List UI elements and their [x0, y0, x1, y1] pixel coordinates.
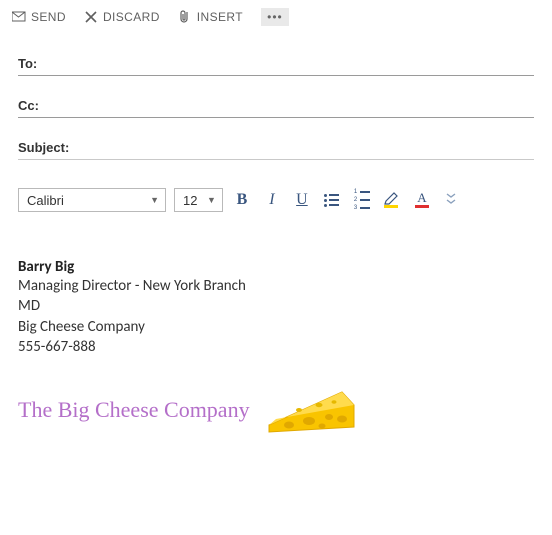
- format-toolbar: Calibri ▼ 12 ▼ B I U 1 2 3 A: [0, 170, 552, 212]
- send-label: SEND: [31, 10, 66, 24]
- insert-label: INSERT: [197, 10, 243, 24]
- font-family-select[interactable]: Calibri ▼: [18, 188, 166, 212]
- attachment-icon: [178, 10, 192, 24]
- logo-text: The Big Cheese Company: [18, 397, 250, 423]
- subject-row: Subject:: [18, 128, 534, 160]
- underline-button[interactable]: U: [291, 189, 313, 211]
- numbered-list-icon: 1 2 3: [354, 189, 370, 211]
- highlight-icon: [383, 191, 401, 209]
- to-label: To:: [18, 56, 78, 71]
- chevron-down-icon: ▼: [207, 195, 216, 205]
- insert-button[interactable]: INSERT: [178, 10, 243, 24]
- bold-button[interactable]: B: [231, 189, 253, 211]
- font-color-button[interactable]: A: [411, 189, 433, 211]
- send-button[interactable]: SEND: [12, 10, 66, 24]
- signature-phone: 555-667-888: [18, 337, 534, 357]
- font-family-value: Calibri: [27, 193, 64, 208]
- to-input[interactable]: [78, 54, 534, 71]
- header-fields: To: Cc: Subject:: [0, 36, 552, 160]
- cc-label: Cc:: [18, 98, 78, 113]
- bullet-list-icon: [324, 194, 339, 207]
- signature-company: Big Cheese Company: [18, 317, 534, 337]
- discard-icon: [84, 10, 98, 24]
- highlight-button[interactable]: [381, 189, 403, 211]
- numbered-list-button[interactable]: 1 2 3: [351, 189, 373, 211]
- subject-label: Subject:: [18, 140, 78, 155]
- send-icon: [12, 10, 26, 24]
- font-color-icon: A: [413, 191, 431, 209]
- font-size-select[interactable]: 12 ▼: [174, 188, 223, 212]
- to-row: To:: [18, 44, 534, 76]
- italic-button[interactable]: I: [261, 189, 283, 211]
- chevron-down-icon: ▼: [150, 195, 159, 205]
- more-actions-button[interactable]: •••: [261, 8, 289, 26]
- chevron-double-icon: [445, 195, 457, 209]
- expand-formatting-button[interactable]: [441, 192, 457, 209]
- signature-name: Barry Big: [18, 258, 534, 276]
- ellipsis-icon: •••: [267, 10, 283, 24]
- signature-role: MD: [18, 296, 534, 316]
- cc-input[interactable]: [78, 96, 534, 113]
- cc-row: Cc:: [18, 86, 534, 118]
- discard-label: DISCARD: [103, 10, 160, 24]
- message-body[interactable]: Barry Big Managing Director - New York B…: [0, 212, 552, 442]
- signature-logo: The Big Cheese Company: [18, 377, 534, 442]
- font-size-value: 12: [183, 193, 201, 208]
- subject-input[interactable]: [78, 138, 534, 155]
- compose-toolbar: SEND DISCARD INSERT •••: [0, 8, 552, 36]
- discard-button[interactable]: DISCARD: [84, 10, 160, 24]
- signature-title: Managing Director - New York Branch: [18, 276, 534, 296]
- cheese-icon: [264, 377, 359, 442]
- bullet-list-button[interactable]: [321, 189, 343, 211]
